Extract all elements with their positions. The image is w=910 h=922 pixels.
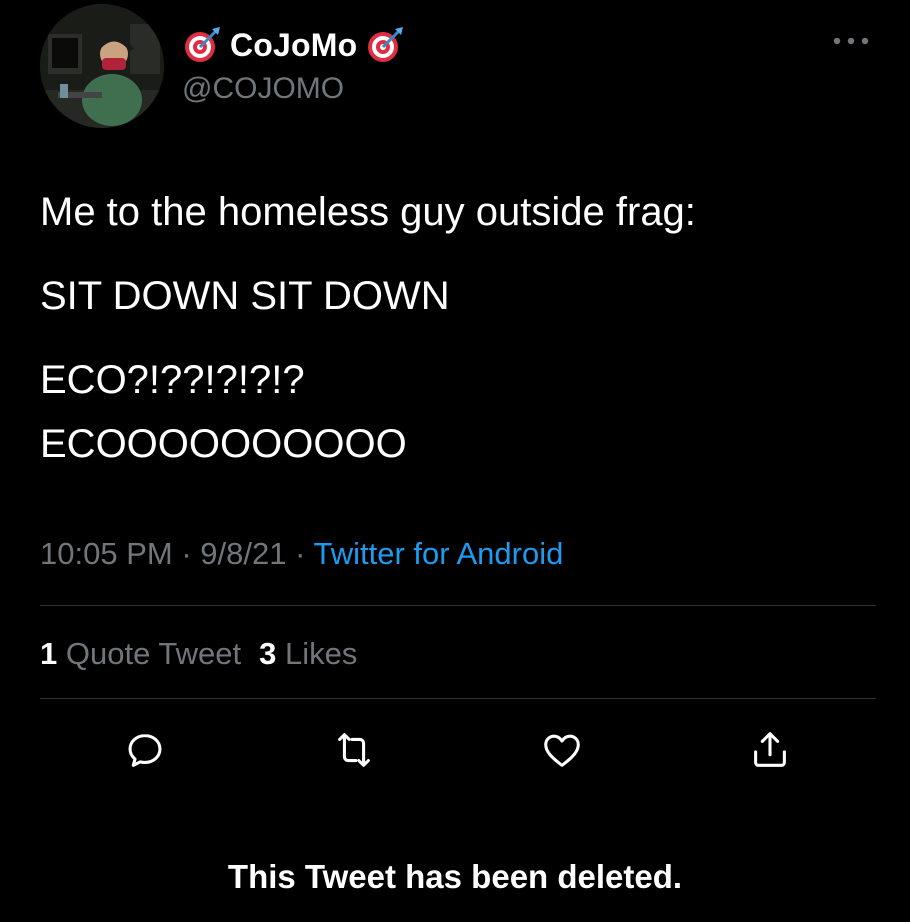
divider xyxy=(40,605,876,606)
reply-icon xyxy=(128,734,162,767)
likes-stat[interactable]: 3 Likes xyxy=(259,636,357,671)
tweet-text-line: ECOOOOOOOOOO xyxy=(40,422,407,466)
quote-label: Quote Tweet xyxy=(65,636,242,671)
meta-separator: · xyxy=(295,536,306,571)
more-options-icon[interactable] xyxy=(826,26,876,56)
author-display-name[interactable]: CoJoMo xyxy=(230,27,357,64)
tweet-source-link[interactable]: Twitter for Android xyxy=(314,536,564,571)
author-handle[interactable]: @COJOMO xyxy=(182,72,344,106)
tweet-text-line: SIT DOWN SIT DOWN xyxy=(40,274,450,318)
quote-tweets-stat[interactable]: 1 Quote Tweet xyxy=(40,636,241,671)
tweet-meta: 10:05 PM · 9/8/21 · Twitter for Android xyxy=(40,534,563,574)
direct-hit-dart-icon xyxy=(365,25,405,65)
like-button[interactable] xyxy=(537,725,587,775)
divider xyxy=(40,698,876,699)
tweet-text-line: ECO?!??!?!?!? xyxy=(40,358,305,402)
avatar-photo xyxy=(40,4,164,128)
direct-hit-dart-icon xyxy=(182,25,222,65)
tweet-view: CoJoMo @COJOMO Me to the homeless guy ou… xyxy=(0,0,910,922)
likes-count: 3 xyxy=(259,636,277,671)
share-button[interactable] xyxy=(745,725,795,775)
retweet-button[interactable] xyxy=(329,725,379,775)
quote-count: 1 xyxy=(40,636,58,671)
likes-label: Likes xyxy=(284,636,358,671)
tweet-date[interactable]: 9/8/21 xyxy=(200,536,286,571)
meta-separator: · xyxy=(181,536,192,571)
author-name-row[interactable]: CoJoMo xyxy=(182,22,405,68)
like-icon xyxy=(544,734,580,767)
tweet-text-line: Me to the homeless guy outside frag: xyxy=(40,190,696,234)
tweet-time[interactable]: 10:05 PM xyxy=(40,536,173,571)
share-icon xyxy=(754,732,786,767)
tweet-stats: 1 Quote Tweet 3 Likes xyxy=(40,634,357,674)
deleted-tweet-notice: This Tweet has been deleted. xyxy=(227,858,683,895)
retweet-icon xyxy=(338,733,370,767)
avatar[interactable] xyxy=(40,4,164,128)
reply-button[interactable] xyxy=(120,725,170,775)
